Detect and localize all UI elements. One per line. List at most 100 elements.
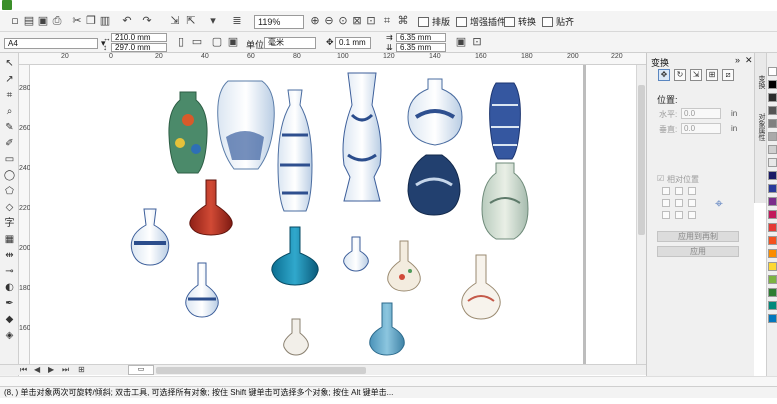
page-height-field[interactable]: 297.0 mm [111,43,167,52]
color-swatch[interactable] [768,145,777,154]
color-swatch[interactable] [768,119,777,128]
page-width-field[interactable]: 210.0 mm [111,33,167,42]
undo-icon[interactable]: ↶ [120,14,134,27]
vase-image[interactable] [283,318,309,356]
scale-tab-icon[interactable]: ⇲ [690,69,702,81]
treat-as-filled-icon[interactable]: ▣ [454,35,468,48]
paste-icon[interactable]: ▥ [98,14,112,27]
vase-image[interactable] [343,236,369,272]
zoom-width-icon[interactable]: ⌗ [380,14,394,28]
vase-image[interactable] [271,226,319,286]
anchor-point[interactable] [675,211,683,219]
open-icon[interactable]: ▤ [22,14,36,27]
artistic-media-icon[interactable]: ✐ [3,138,16,150]
vase-image[interactable] [369,302,405,356]
anchor-point[interactable] [688,187,696,195]
vertical-scroll-thumb[interactable] [638,85,645,235]
edit-page-icon[interactable]: ⊡ [470,35,484,48]
convert-button[interactable]: 转换 [502,14,536,30]
anchor-point[interactable] [662,211,670,219]
blend-tool-icon[interactable]: ◐ [3,282,16,294]
zoom-selected-icon[interactable]: ⊙ [336,14,350,27]
color-swatch[interactable] [768,80,777,89]
rotate-tab-icon[interactable]: ↻ [674,69,686,81]
layout-button[interactable]: 排版 [416,14,450,30]
zoom-fit-icon[interactable]: ⊠ [350,14,364,27]
vertical-ruler[interactable]: 280 260 240 220 200 180 160 [19,65,31,364]
anchor-point[interactable] [688,199,696,207]
export-icon[interactable]: ⇱ [184,14,198,27]
color-swatch[interactable] [768,236,777,245]
color-swatch[interactable] [768,184,777,193]
color-swatch[interactable] [768,275,777,284]
options-icon[interactable]: ≣ [230,14,244,27]
outline-tool-icon[interactable]: ◈ [3,330,16,342]
zoom-height-icon[interactable]: ⌘ [396,14,410,27]
zoom-tool-icon[interactable]: ⌕ [3,106,16,118]
relative-position-checkbox[interactable]: ☑ [657,174,664,183]
zoom-out-icon[interactable]: ⊖ [322,14,336,27]
shape-tool-icon[interactable]: ↗ [3,74,16,86]
color-swatch[interactable] [768,301,777,310]
vase-image[interactable] [342,72,382,202]
freehand-tool-icon[interactable]: ✎ [3,122,16,134]
anchor-point[interactable] [662,187,670,195]
duplicate-x-field[interactable]: 6.35 mm [396,33,446,42]
drawing-canvas[interactable] [30,65,646,364]
vase-image[interactable] [189,179,233,236]
vase-image[interactable] [407,78,463,146]
position-tab-icon[interactable]: ✥ [658,69,670,81]
snap-button[interactable]: 贴齐 [540,14,574,30]
vase-image[interactable] [407,154,461,216]
vase-image[interactable] [387,240,421,292]
cut-icon[interactable]: ✂ [70,14,84,27]
vase-image[interactable] [481,162,529,240]
unit-select[interactable]: 毫米 [264,37,316,49]
horizontal-ruler[interactable]: 20 0 20 40 60 80 100 120 140 160 180 200… [19,53,646,65]
copy-icon[interactable]: ❐ [84,14,98,27]
import-icon[interactable]: ⇲ [168,14,182,27]
dimension-tool-icon[interactable]: ⇹ [3,250,16,262]
apply-button[interactable]: 应用 [657,246,739,257]
next-page-icon[interactable]: ▶ [48,365,54,374]
color-swatch[interactable] [768,223,777,232]
new-file-icon[interactable]: ▫ [8,14,22,27]
anchor-point[interactable] [675,187,683,195]
color-swatch[interactable] [768,93,777,102]
docker-close-icon[interactable]: ✕ [745,55,753,66]
fill-tool-icon[interactable]: ◆ [3,314,16,326]
landscape-icon[interactable]: ▭ [190,35,204,48]
current-page-icon[interactable]: ▣ [226,35,240,48]
ellipse-tool-icon[interactable]: ◯ [3,170,16,182]
first-page-icon[interactable]: ⏮ [20,365,27,375]
side-tab-transform[interactable]: 变换 [756,75,766,89]
color-swatch[interactable] [768,210,777,219]
save-icon[interactable]: ▣ [36,14,50,27]
vase-image[interactable] [461,254,501,320]
zoom-in-icon[interactable]: ⊕ [308,14,322,27]
last-page-icon[interactable]: ⏭ [62,365,69,375]
vase-image[interactable] [130,208,170,266]
crop-tool-icon[interactable]: ⌗ [3,90,16,102]
vertical-scrollbar[interactable] [636,65,646,364]
add-page-icon[interactable]: ⊞ [78,365,85,374]
text-tool-icon[interactable]: 字 [3,218,16,230]
docker-expand-icon[interactable]: » [735,55,740,65]
color-swatch[interactable] [768,158,777,167]
polygon-tool-icon[interactable]: ⬠ [3,186,16,198]
vase-image[interactable] [217,80,275,170]
table-tool-icon[interactable]: ▦ [3,234,16,246]
horizontal-scroll-thumb[interactable] [156,367,366,374]
eyedropper-tool-icon[interactable]: ✒ [3,298,16,310]
color-swatch[interactable] [768,249,777,258]
basic-shapes-icon[interactable]: ◇ [3,202,16,214]
application-launcher-icon[interactable]: ▾ [206,14,220,27]
skew-tab-icon[interactable]: ⧄ [722,69,734,81]
portrait-icon[interactable]: ▯ [174,35,188,48]
size-tab-icon[interactable]: ⊞ [706,69,718,81]
vase-image[interactable] [168,91,208,174]
connector-tool-icon[interactable]: ⊸ [3,266,16,278]
vertical-position-field[interactable]: 0.0 [681,123,721,134]
pick-tool-icon[interactable]: ↖ [3,58,16,70]
enhance-plugins-button[interactable]: 增强插件 [454,14,506,30]
